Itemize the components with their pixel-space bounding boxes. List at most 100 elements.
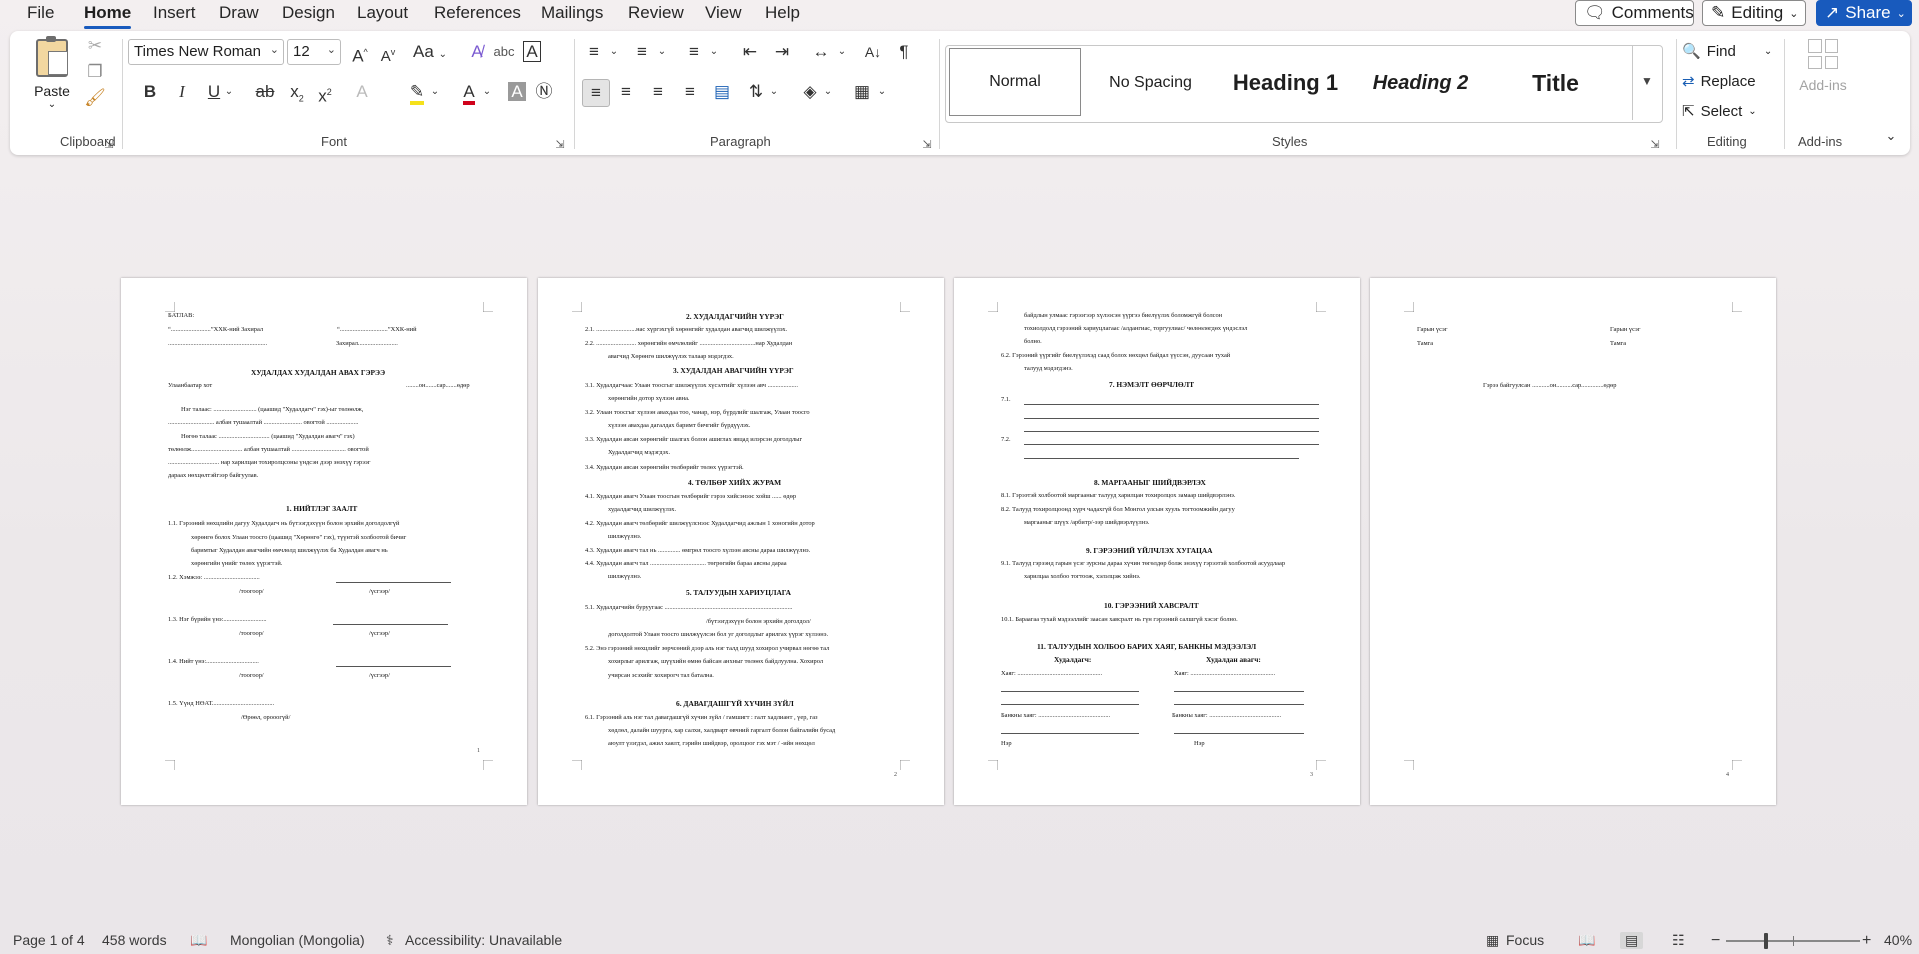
cut-icon[interactable]: ✂ — [84, 33, 106, 59]
multilevel-list-icon[interactable]: ≡ — [682, 39, 706, 65]
editing-mode-button[interactable]: ✎ Editing ⌄ — [1702, 0, 1806, 26]
chevron-down-icon[interactable]: ⌄ — [428, 79, 442, 105]
style-heading-1[interactable]: Heading 1 — [1218, 46, 1353, 120]
distributed-icon[interactable]: ▤ — [710, 79, 734, 105]
select-button[interactable]: ⇱ Select ⌄ — [1682, 99, 1757, 123]
clipboard-launcher-icon[interactable]: ⇲ — [102, 132, 116, 158]
document-page-4[interactable]: Гарын үсэг Гарын үсэг Тамга Тамга Гэрээ … — [1370, 278, 1776, 805]
chevron-down-icon[interactable]: ⌄ — [222, 79, 236, 105]
tab-review[interactable]: Review — [628, 3, 684, 23]
text-effects-icon[interactable]: A — [350, 79, 374, 105]
style-normal[interactable]: Normal — [949, 48, 1081, 116]
language-indicator[interactable]: Mongolian (Mongolia) — [230, 932, 365, 948]
collapse-ribbon-icon[interactable]: ⌄ — [1882, 123, 1900, 149]
add-ins-button[interactable]: Add-ins — [1794, 39, 1852, 93]
tab-view[interactable]: View — [705, 3, 742, 23]
chevron-down-icon[interactable]: ⌄ — [822, 79, 834, 105]
style-heading-2[interactable]: Heading 2 — [1353, 46, 1488, 120]
style-title[interactable]: Title — [1488, 46, 1623, 120]
share-button[interactable]: ↗ Share ⌄ — [1816, 0, 1912, 26]
sort-icon[interactable]: A↓ — [858, 39, 888, 65]
align-left-icon[interactable]: ≡ — [582, 79, 610, 107]
subscript-icon[interactable]: x2 — [285, 79, 309, 111]
find-button[interactable]: 🔍 Find ⌄ — [1682, 39, 1772, 63]
line-spacing-icon[interactable]: ⇅ — [744, 79, 768, 105]
word-count[interactable]: 458 words — [102, 932, 167, 948]
tab-help[interactable]: Help — [765, 3, 800, 23]
chevron-down-icon[interactable]: ⌄ — [836, 39, 848, 65]
copy-icon[interactable]: ❐ — [84, 59, 106, 85]
zoom-in-icon[interactable]: + — [1862, 932, 1871, 950]
chevron-down-icon[interactable]: ⌄ — [708, 39, 720, 65]
accessibility-status[interactable]: Accessibility: Unavailable — [405, 932, 562, 948]
zoom-slider[interactable] — [1726, 933, 1860, 949]
shrink-font-icon[interactable]: Av — [376, 39, 400, 70]
increase-indent-icon[interactable]: ⇥ — [770, 39, 794, 65]
borders-icon[interactable]: ▦ — [850, 79, 874, 105]
paragraph-launcher-icon[interactable]: ⇲ — [920, 132, 934, 158]
chevron-down-icon[interactable]: ⌄ — [480, 79, 494, 105]
tab-layout[interactable]: Layout — [357, 3, 408, 23]
phonetic-guide-icon[interactable]: abc — [492, 39, 516, 65]
tab-mailings[interactable]: Mailings — [541, 3, 603, 23]
superscript-icon[interactable]: x2 — [313, 79, 337, 110]
replace-button[interactable]: ⇄ Replace — [1682, 69, 1756, 93]
document-page-2[interactable]: 2. ХУДАЛДАГЧИЙН ҮҮРЭГ 2.1. .............… — [538, 278, 944, 805]
strikethrough-icon[interactable]: ab — [253, 79, 277, 105]
blank-line — [1024, 418, 1319, 419]
chevron-down-icon: ⌄ — [269, 44, 279, 56]
chevron-down-icon[interactable]: ⌄ — [608, 39, 620, 65]
tab-draw[interactable]: Draw — [219, 3, 259, 23]
tab-insert[interactable]: Insert — [153, 3, 196, 23]
blank-line — [1001, 691, 1139, 692]
font-name-select[interactable]: Times New Roman ⌄ — [128, 39, 284, 65]
bold-icon[interactable]: B — [138, 79, 162, 105]
chevron-down-icon[interactable]: ⌄ — [768, 79, 780, 105]
chevron-down-icon[interactable]: ⌄ — [876, 79, 888, 105]
text-direction-icon[interactable]: ↔ — [806, 39, 836, 65]
numbering-icon[interactable]: ≡ — [630, 39, 654, 65]
align-right-icon[interactable]: ≡ — [646, 79, 670, 105]
zoom-out-icon[interactable]: − — [1711, 932, 1720, 950]
bullets-icon[interactable]: ≡ — [582, 39, 606, 65]
show-formatting-marks-icon[interactable]: ¶ — [892, 39, 916, 65]
proofing-icon[interactable]: 📖 — [190, 932, 207, 949]
comments-button[interactable]: 🗨 Comments — [1575, 0, 1694, 26]
grow-font-icon[interactable]: A^ — [348, 39, 372, 70]
styles-launcher-icon[interactable]: ⇲ — [1648, 132, 1662, 158]
align-center-icon[interactable]: ≡ — [614, 79, 638, 105]
justify-icon[interactable]: ≡ — [678, 79, 702, 105]
accessibility-icon[interactable]: ⚕ — [386, 932, 394, 949]
zoom-level[interactable]: 40% — [1884, 932, 1912, 948]
styles-more-icon[interactable]: ▼ — [1632, 46, 1661, 120]
page-count[interactable]: Page 1 of 4 — [13, 932, 85, 948]
read-mode-icon[interactable]: 📖 — [1578, 932, 1595, 949]
decrease-indent-icon[interactable]: ⇤ — [738, 39, 762, 65]
tab-home[interactable]: Home — [84, 3, 132, 29]
highlight-icon[interactable]: ✎ — [405, 79, 429, 105]
chevron-down-icon[interactable]: ⌄ — [656, 39, 668, 65]
clear-formatting-icon[interactable]: A̸ — [465, 39, 489, 65]
style-no-spacing[interactable]: No Spacing — [1083, 46, 1218, 120]
document-page-1[interactable]: БАТЛАВ: “.........................”ХХК-н… — [121, 278, 527, 805]
paste-button[interactable]: Paste ⌄ — [32, 36, 72, 119]
web-layout-icon[interactable]: ☷ — [1672, 932, 1685, 949]
focus-icon[interactable]: ▦ — [1486, 932, 1499, 949]
italic-icon[interactable]: I — [170, 79, 194, 105]
format-painter-icon[interactable]: 🖌 — [84, 85, 106, 111]
document-page-3[interactable]: байдлын улмаас гэрээгээр хүлээсэн үүргээ… — [954, 278, 1360, 805]
change-case-icon[interactable]: Aa ⌄ — [410, 39, 450, 68]
print-layout-icon[interactable]: ▤ — [1620, 932, 1644, 949]
font-color-icon[interactable]: A — [457, 79, 481, 105]
character-border-icon[interactable]: A — [520, 39, 544, 65]
character-shading-icon[interactable]: A — [505, 79, 529, 105]
focus-button[interactable]: Focus — [1506, 932, 1544, 948]
zoom-slider-thumb[interactable] — [1764, 933, 1768, 949]
shading-icon[interactable]: ◈ — [798, 79, 822, 105]
tab-references[interactable]: References — [434, 3, 521, 23]
enclose-characters-icon[interactable]: Ⓝ — [532, 79, 556, 105]
font-launcher-icon[interactable]: ⇲ — [553, 132, 567, 158]
font-size-select[interactable]: 12 ⌄ — [287, 39, 341, 65]
tab-design[interactable]: Design — [282, 3, 335, 23]
tab-file[interactable]: File — [27, 3, 54, 23]
